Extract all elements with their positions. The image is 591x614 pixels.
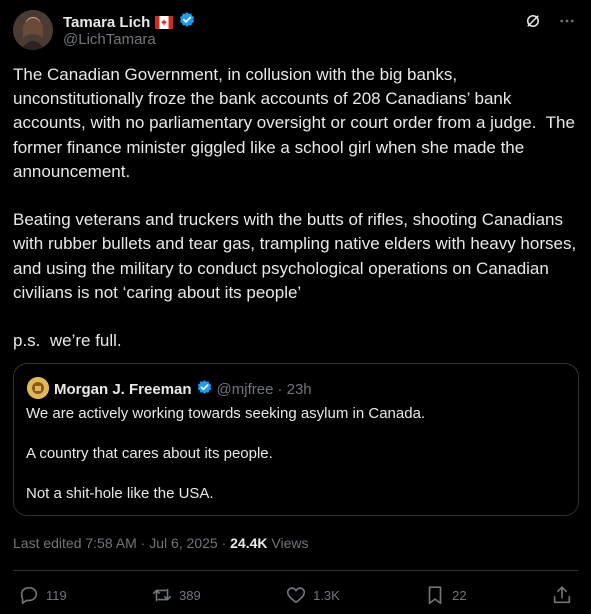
quoted-timestamp: · 23h <box>277 381 312 398</box>
canada-flag-icon <box>155 16 174 29</box>
bookmark-icon <box>428 586 442 605</box>
quoted-verified-badge-icon <box>196 379 213 400</box>
post-text: The Canadian Government, in collusion wi… <box>13 65 577 351</box>
header-actions <box>522 10 578 32</box>
reply-button[interactable]: 119 <box>18 584 67 606</box>
quoted-author-name[interactable]: Morgan J. Freeman <box>54 381 192 398</box>
quoted-text: We are actively working towards seeking … <box>26 405 426 502</box>
quoted-avatar[interactable] <box>27 377 49 399</box>
edited-timestamp[interactable]: Last edited 7:58 AM · Jul 6, 2025 · <box>13 535 230 551</box>
action-bar: 119 389 1.3K 22 <box>18 583 573 607</box>
quoted-header: Morgan J. Freeman @mjfree · 23h <box>54 379 312 400</box>
reply-icon <box>20 586 38 605</box>
heart-icon <box>287 587 306 604</box>
like-count: 1.3K <box>313 587 340 603</box>
repost-icon <box>152 588 172 602</box>
like-button[interactable]: 1.3K <box>285 584 340 606</box>
reply-count: 119 <box>46 587 67 603</box>
repost-button[interactable]: 389 <box>151 584 201 606</box>
views-label: Views <box>267 535 309 551</box>
bookmark-count: 22 <box>452 587 467 603</box>
bookmark-button[interactable]: 22 <box>424 584 467 606</box>
author-handle[interactable]: @LichTamara <box>63 31 156 48</box>
more-options-icon[interactable] <box>556 10 578 32</box>
verified-badge-icon[interactable] <box>178 11 196 34</box>
share-button[interactable] <box>551 584 573 606</box>
views-count: 24.4K <box>230 535 268 551</box>
author-name[interactable]: Tamara Lich <box>63 14 150 31</box>
share-icon <box>553 586 571 604</box>
repost-count: 389 <box>179 587 201 603</box>
post-meta: Last edited 7:58 AM · Jul 6, 2025 · 24.4… <box>13 535 308 551</box>
grok-icon[interactable] <box>522 10 544 32</box>
author-avatar[interactable] <box>13 10 53 50</box>
post-header: Tamara Lich @LichTamara <box>13 8 578 50</box>
quoted-post[interactable]: Morgan J. Freeman @mjfree · 23h We are a… <box>13 363 579 516</box>
quoted-author-handle[interactable]: @mjfree <box>217 381 274 398</box>
divider <box>13 570 578 571</box>
